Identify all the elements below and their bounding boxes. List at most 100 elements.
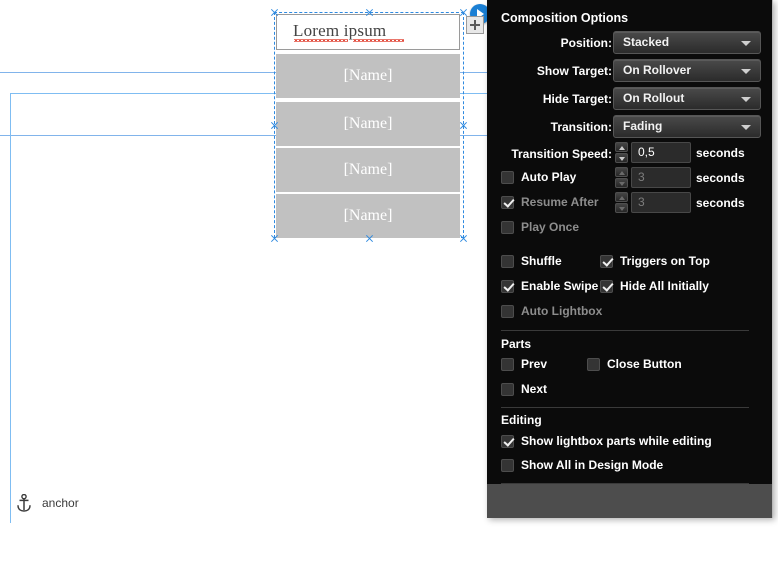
prev-label: Prev — [521, 357, 548, 371]
anchor-marker[interactable]: anchor — [16, 494, 79, 512]
position-value: Stacked — [623, 35, 670, 49]
chevron-down-icon — [741, 97, 751, 102]
spellcheck-underline-1 — [294, 39, 348, 42]
checkbox-icon — [501, 170, 514, 184]
field-row-show-target: Show Target: On Rollover — [487, 59, 772, 83]
editing-section-title: Editing — [501, 413, 542, 427]
name-box[interactable]: [Name] — [276, 102, 460, 146]
spellcheck-underline-2 — [353, 39, 404, 42]
checkbox-icon — [501, 304, 514, 318]
checkbox-checked-icon — [600, 279, 613, 293]
field-row-transition: Transition: Fading — [487, 115, 772, 139]
panel-footer — [487, 484, 772, 518]
enable-swipe-checkbox[interactable]: Enable Swipe — [501, 279, 598, 293]
hide-all-initially-label: Hide All Initially — [620, 279, 709, 293]
checkbox-checked-icon — [600, 254, 613, 268]
stepper-up-icon[interactable] — [615, 192, 628, 202]
auto-play-units: seconds — [696, 171, 745, 185]
field-row-auto-play: Auto Play 3 seconds — [487, 167, 772, 191]
position-label: Position: — [560, 36, 612, 50]
composition-selection-group[interactable]: Lorem ipsum [Name] [Name] [Name] [Name] — [274, 12, 464, 238]
show-lightbox-parts-label: Show lightbox parts while editing — [521, 434, 712, 448]
stepper-up-icon[interactable] — [615, 167, 628, 177]
hide-target-dropdown[interactable]: On Rollout — [613, 87, 761, 110]
auto-lightbox-label: Auto Lightbox — [521, 304, 603, 318]
triggers-on-top-label: Triggers on Top — [620, 254, 710, 268]
name-box-label: [Name] — [343, 161, 393, 178]
stepper-down-icon[interactable] — [615, 153, 628, 163]
resume-after-input[interactable]: 3 — [631, 192, 691, 213]
checkbox-icon — [587, 357, 600, 371]
hide-target-label: Hide Target: — [542, 92, 612, 106]
divider — [501, 407, 749, 408]
hide-target-value: On Rollout — [623, 91, 685, 105]
parts-section-title: Parts — [501, 337, 532, 351]
stepper-down-icon[interactable] — [615, 203, 628, 213]
show-all-design-mode-checkbox[interactable]: Show All in Design Mode — [501, 458, 663, 472]
checkbox-icon — [501, 357, 514, 371]
prev-checkbox[interactable]: Prev — [501, 357, 547, 371]
divider — [501, 330, 749, 331]
checkbox-checked-icon — [501, 195, 514, 209]
auto-lightbox-checkbox[interactable]: Auto Lightbox — [501, 304, 602, 318]
resume-after-value: 3 — [638, 195, 645, 209]
checkbox-checked-icon — [501, 279, 514, 293]
shuffle-label: Shuffle — [521, 254, 562, 268]
show-target-value: On Rollover — [623, 63, 692, 77]
chevron-down-icon — [741, 69, 751, 74]
next-label: Next — [521, 382, 548, 396]
transition-speed-units: seconds — [696, 146, 745, 160]
composition-options-panel[interactable]: Composition Options Position: Stacked Sh… — [487, 0, 773, 518]
anchor-label: anchor — [42, 496, 79, 510]
field-row-hide-target: Hide Target: On Rollout — [487, 87, 772, 111]
transition-value: Fading — [623, 119, 663, 133]
field-row-transition-speed: Transition Speed: 0,5 seconds — [487, 142, 772, 166]
close-button-label: Close Button — [607, 357, 682, 371]
plus-icon[interactable] — [466, 16, 484, 34]
auto-play-input[interactable]: 3 — [631, 167, 691, 188]
show-lightbox-parts-checkbox[interactable]: Show lightbox parts while editing — [501, 434, 712, 448]
show-target-label: Show Target: — [536, 64, 612, 78]
chevron-down-icon — [741, 41, 751, 46]
text-element-label: Lorem ipsum — [293, 21, 387, 40]
hide-all-initially-checkbox[interactable]: Hide All Initially — [600, 279, 709, 293]
show-target-dropdown[interactable]: On Rollover — [613, 59, 761, 82]
auto-play-label: Auto Play — [521, 170, 577, 184]
field-row-position: Position: Stacked — [487, 31, 772, 55]
checkbox-icon — [501, 254, 514, 268]
chevron-down-icon — [741, 125, 751, 130]
auto-play-value: 3 — [638, 170, 645, 184]
shuffle-checkbox[interactable]: Shuffle — [501, 254, 562, 268]
checkbox-icon — [501, 382, 514, 396]
triggers-on-top-checkbox[interactable]: Triggers on Top — [600, 254, 710, 268]
enable-swipe-label: Enable Swipe — [521, 279, 599, 293]
resume-after-checkbox[interactable]: Resume After — [501, 195, 599, 209]
checkbox-checked-icon — [501, 434, 514, 448]
transition-speed-stepper[interactable] — [614, 142, 629, 164]
auto-play-checkbox[interactable]: Auto Play — [501, 170, 576, 184]
stepper-down-icon[interactable] — [615, 178, 628, 188]
transition-speed-value: 0,5 — [638, 145, 655, 159]
resume-after-stepper[interactable] — [614, 192, 629, 214]
name-box[interactable]: [Name] — [276, 54, 460, 98]
checkbox-icon — [501, 220, 514, 234]
close-button-checkbox[interactable]: Close Button — [587, 357, 682, 371]
transition-speed-label: Transition Speed: — [511, 147, 612, 161]
resume-after-units: seconds — [696, 196, 745, 210]
name-box[interactable]: [Name] — [276, 194, 460, 238]
transition-speed-input[interactable]: 0,5 — [631, 142, 691, 163]
auto-play-stepper[interactable] — [614, 167, 629, 189]
transition-dropdown[interactable]: Fading — [613, 115, 761, 138]
checkbox-icon — [501, 458, 514, 472]
name-box-label: [Name] — [343, 207, 393, 224]
text-element[interactable]: Lorem ipsum — [276, 14, 460, 50]
name-box-label: [Name] — [343, 115, 393, 132]
stepper-up-icon[interactable] — [615, 142, 628, 152]
position-dropdown[interactable]: Stacked — [613, 31, 761, 54]
play-once-checkbox[interactable]: Play Once — [501, 220, 579, 234]
name-box[interactable]: [Name] — [276, 148, 460, 192]
next-checkbox[interactable]: Next — [501, 382, 547, 396]
name-box-label: [Name] — [343, 67, 393, 84]
play-once-label: Play Once — [521, 220, 580, 234]
transition-label: Transition: — [550, 120, 612, 134]
